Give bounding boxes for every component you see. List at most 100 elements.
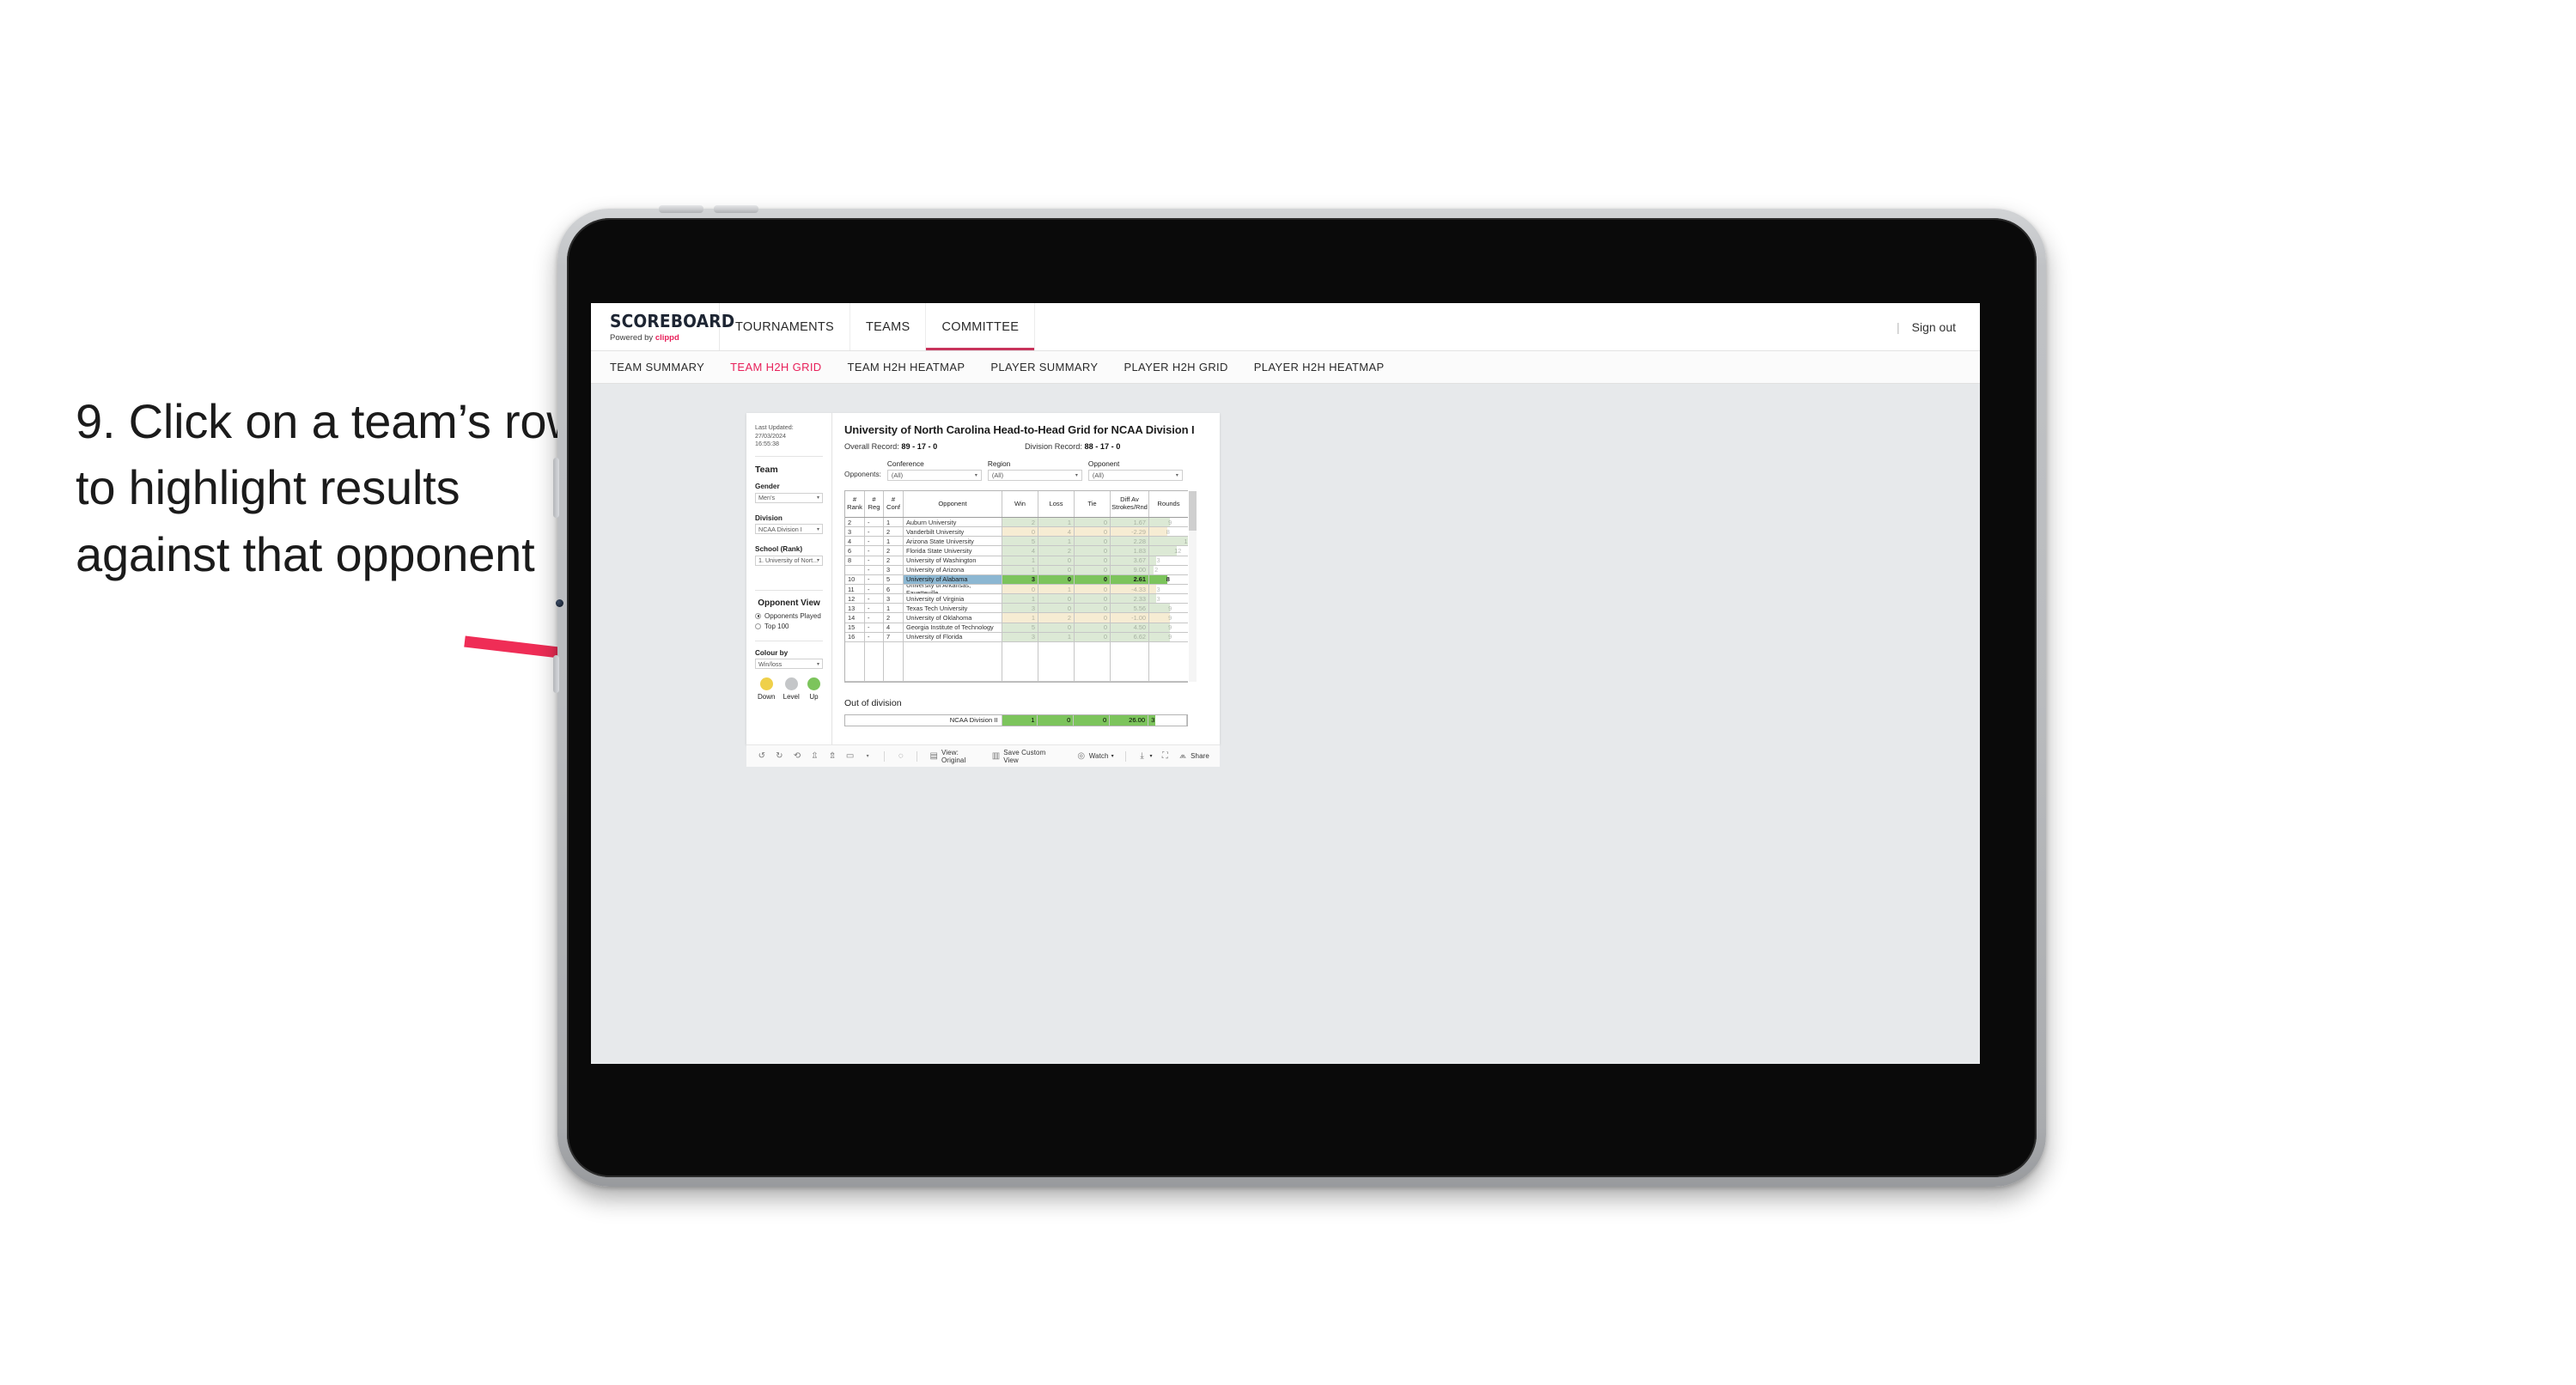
tablet-side-button[interactable]: [553, 655, 559, 693]
cell-opponent[interactable]: Georgia Institute of Technology: [904, 623, 1002, 632]
cell-opponent[interactable]: University of Washington: [904, 556, 1002, 565]
table-row[interactable]: 11-6 University of Arkansas, Fayetteville…: [845, 584, 1188, 595]
tab-team-summary[interactable]: TEAM SUMMARY: [610, 361, 704, 374]
cell-opponent[interactable]: University of Oklahoma: [904, 613, 1002, 623]
fullscreen-icon[interactable]: ⛶: [1160, 751, 1171, 762]
colour-by-select[interactable]: Win/loss ▾: [755, 659, 823, 670]
cell-opponent[interactable]: University of Florida: [904, 632, 1002, 641]
tab-player-summary[interactable]: PLAYER SUMMARY: [990, 361, 1098, 374]
cell-rank: 16: [845, 632, 865, 641]
col-win[interactable]: Win: [1002, 491, 1038, 517]
undo-icon[interactable]: ↺: [757, 751, 767, 762]
table-scrollbar[interactable]: [1189, 491, 1197, 682]
division-select[interactable]: NCAA Division I ▾: [755, 524, 823, 535]
table-row[interactable]: 3-2 Vanderbilt University 0 4 0 -2.29 8: [845, 527, 1188, 538]
nav-tournaments[interactable]: TOURNAMENTS: [720, 303, 851, 350]
pause-icon[interactable]: ⇯: [827, 751, 837, 762]
division-record: Division Record: 88 - 17 - 0: [1025, 442, 1120, 451]
col-rounds[interactable]: Rounds: [1149, 491, 1188, 517]
cell-opponent[interactable]: Florida State University: [904, 546, 1002, 556]
col-diff[interactable]: Diff Av Strokes/Rnd: [1111, 491, 1149, 517]
table-row[interactable]: 6-2 Florida State University 4 2 0 1.83 12: [845, 546, 1188, 556]
tab-team-h2h-grid[interactable]: TEAM H2H GRID: [730, 361, 821, 374]
cell-reg: -: [865, 537, 884, 546]
cell-tie: 0: [1075, 537, 1111, 546]
table-row[interactable]: 4-1Arizona State University5102.2817: [845, 537, 1188, 547]
table-row[interactable]: 2-1 Auburn University 2 1 0 1.67 9: [845, 518, 1188, 528]
legend-level: Level: [783, 677, 800, 701]
table-row[interactable]: 8-2 University of Washington 1 0 0 3.67 3: [845, 556, 1188, 566]
refresh-icon[interactable]: ⇫: [810, 751, 820, 762]
cell-opponent[interactable]: Texas Tech University: [904, 604, 1002, 613]
col-tie[interactable]: Tie: [1075, 491, 1111, 517]
radio-top-100[interactable]: Top 100: [755, 623, 823, 630]
table-row[interactable]: 13-1 Texas Tech University 3 0 0 5.56 9: [845, 604, 1188, 614]
cell-opponent[interactable]: Auburn University: [904, 518, 1002, 527]
ood-label: NCAA Division II: [845, 714, 1002, 726]
cell-opponent[interactable]: Vanderbilt University: [904, 527, 1002, 537]
cell-loss: 1: [1038, 537, 1075, 546]
table-row[interactable]: 12-3 University of Virginia 1 0 0 2.33 3: [845, 594, 1188, 604]
cell-opponent[interactable]: University of Arizona: [904, 565, 1002, 574]
table-row[interactable]: 16-7 University of Florida 3 1 0 6.62 9: [845, 632, 1188, 642]
scrollbar-thumb[interactable]: [1189, 491, 1197, 531]
cell-rounds: 9: [1149, 518, 1188, 527]
cell-opponent[interactable]: University of Alabama: [904, 574, 1002, 584]
tab-team-h2h-heatmap[interactable]: TEAM H2H HEATMAP: [848, 361, 965, 374]
chevron-down-icon[interactable]: ▾: [862, 751, 873, 762]
cell-loss: 0: [1038, 594, 1075, 604]
overall-record-value: 89 - 17 - 0: [901, 442, 938, 451]
tablet-volume-button-1[interactable]: [659, 205, 703, 213]
cell-rounds: 3: [1149, 594, 1188, 604]
view-original-label: View: Original: [941, 748, 966, 764]
revert-icon[interactable]: ⟲: [792, 751, 802, 762]
nav-teams[interactable]: TEAMS: [850, 303, 927, 350]
gender-select[interactable]: Men’s ▾: [755, 492, 823, 503]
out-of-division-row[interactable]: NCAA Division II 1 0 0 26.00 3: [844, 714, 1188, 726]
col-reg[interactable]: # Reg: [865, 491, 884, 517]
table-row[interactable]: 10-5 University of Alabama 3 0 0 2.61 8: [845, 574, 1188, 585]
redo-icon[interactable]: ↻: [775, 751, 785, 762]
watch-button[interactable]: ◎ Watch ▾: [1076, 751, 1113, 762]
cell-reg: -: [865, 527, 884, 537]
cell-opponent[interactable]: University of Virginia: [904, 594, 1002, 604]
brand-logo[interactable]: SCOREBOARD Powered by clippd: [591, 303, 734, 350]
school-select[interactable]: 1. University of Nort... ▾: [755, 555, 823, 566]
radio-opponents-played[interactable]: Opponents Played: [755, 612, 823, 620]
save-custom-view-button[interactable]: ▥ Save Custom View: [991, 749, 1061, 764]
filter-opponent-select[interactable]: (All) ▾: [1087, 470, 1183, 481]
col-loss[interactable]: Loss: [1038, 491, 1075, 517]
toolbar-divider-1: [883, 750, 885, 762]
chevron-down-icon: ▾: [816, 526, 819, 532]
col-opponent[interactable]: Opponent: [904, 491, 1002, 517]
table-row[interactable]: -3 University of Arizona 1 0 0 9.00 2: [845, 565, 1188, 575]
cell-opponent[interactable]: Arizona State University: [904, 537, 1002, 546]
share-button[interactable]: ⩕ Share: [1178, 751, 1209, 762]
opponents-filter-label: Opponents:: [844, 470, 881, 478]
nav-committee[interactable]: COMMITTEE: [926, 303, 1036, 350]
legend-dot-down: [759, 677, 773, 691]
tab-player-h2h-grid[interactable]: PLAYER H2H GRID: [1124, 361, 1227, 374]
filter-conference-select[interactable]: (All) ▾: [886, 470, 982, 481]
cell-rank: 6: [845, 546, 865, 556]
device-layout-icon[interactable]: ▭: [845, 751, 856, 762]
division-label: Division: [755, 513, 783, 522]
cell-tie: 0: [1075, 546, 1111, 556]
col-rank[interactable]: # Rank: [845, 491, 865, 517]
tablet-volume-button-2[interactable]: [714, 205, 758, 213]
filter-opponent: Opponent (All) ▾: [1087, 459, 1183, 481]
legend-up: Up: [807, 677, 820, 701]
tab-player-h2h-heatmap[interactable]: PLAYER H2H HEATMAP: [1254, 361, 1385, 374]
colour-legend: Down Level Up: [755, 677, 823, 701]
filter-opponent-label: Opponent: [1087, 459, 1120, 468]
table-row[interactable]: 14-2 University of Oklahoma 1 2 0 -1.00 9: [845, 613, 1188, 623]
tablet-power-button[interactable]: [553, 458, 559, 518]
sign-out-link[interactable]: Sign out: [1912, 320, 1956, 334]
highlight-icon[interactable]: ◌: [896, 751, 906, 762]
download-button[interactable]: ⤓ ▾: [1137, 751, 1152, 762]
cell-opponent[interactable]: University of Arkansas, Fayetteville: [904, 584, 1002, 594]
col-conf[interactable]: # Conf: [884, 491, 904, 517]
filter-region-select[interactable]: (All) ▾: [987, 470, 1082, 481]
view-original-button[interactable]: ▤ View: Original: [929, 749, 983, 764]
table-row[interactable]: 15-4 Georgia Institute of Technology 5 0 0 4.…: [845, 623, 1188, 633]
